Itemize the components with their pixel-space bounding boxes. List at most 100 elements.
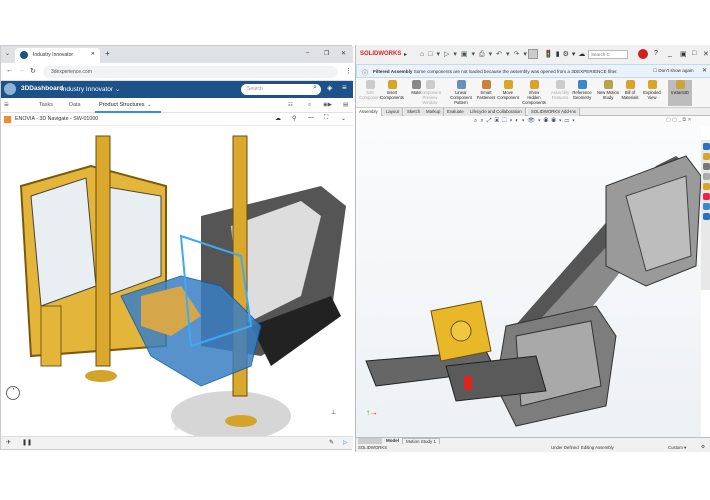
robot-icon[interactable]: ✈ xyxy=(6,439,11,446)
ribbon-button-exploded-view[interactable]: Exploded View xyxy=(640,80,664,100)
ribbon-button-smart-fasteners[interactable]: Smart Fasteners xyxy=(474,80,498,100)
appearances-icon[interactable] xyxy=(702,183,710,190)
close-tab-icon[interactable]: ✕ xyxy=(91,51,95,57)
tag-icon[interactable]: ◈ xyxy=(327,84,332,92)
ribbon-label: Instant3D xyxy=(671,90,689,95)
restore-button[interactable]: ❐ xyxy=(324,50,329,57)
help-icon[interactable]: ? xyxy=(654,50,658,57)
status-mode: Editing Assembly xyxy=(581,445,614,450)
minimize-button[interactable]: _ xyxy=(668,50,672,57)
back-icon[interactable]: ← xyxy=(6,67,13,74)
link-icon[interactable]: ⚲ xyxy=(292,115,296,122)
chevron-down-icon[interactable]: ⌄ xyxy=(147,102,152,108)
view-tools-icons[interactable]: ⌕⌕⤢▣⬚▾◐▾👁▾◉◉▾▭▾ xyxy=(474,117,578,125)
ribbon-icon xyxy=(529,80,539,89)
tab-lifecycle-and-collaboration[interactable]: Lifecycle and Collaboration xyxy=(467,108,526,116)
comment-icon[interactable]: ▤ xyxy=(343,102,348,108)
view-palette-icon[interactable] xyxy=(702,173,710,180)
dashboard-selector[interactable]: Industry Innovator ⌄ xyxy=(61,85,120,93)
settings-icon[interactable]: ⚙ xyxy=(701,444,705,450)
compass-icon[interactable] xyxy=(4,83,16,95)
red-component xyxy=(464,376,472,390)
search-commands-input[interactable]: Search C xyxy=(588,50,628,59)
ribbon-icon xyxy=(603,80,613,89)
list-filter-icon[interactable]: ☷ xyxy=(288,102,293,108)
ribbon-button-new-motion-study[interactable]: New Motion Study xyxy=(596,80,620,100)
assembly-model xyxy=(365,155,701,427)
minimize-button[interactable]: – xyxy=(306,50,309,56)
tab-sketch[interactable]: Sketch xyxy=(404,108,425,116)
options-toolbar[interactable]: 🚦▮⚙▾☁ xyxy=(544,50,588,58)
resources-icon[interactable] xyxy=(702,143,710,150)
ribbon-button-show-hidden-components[interactable]: Show Hidden Components xyxy=(522,80,546,105)
dont-show-checkbox[interactable]: ☐ Don't show again xyxy=(653,68,694,74)
browser-menu-icon[interactable]: ⋮ xyxy=(345,67,352,75)
pause-icon[interactable]: ❚❚ xyxy=(22,439,32,446)
tab-product-structures[interactable]: Product Structures xyxy=(99,102,145,108)
3dexperience-icon[interactable] xyxy=(702,213,710,220)
tab-layout[interactable]: Layout xyxy=(383,108,403,116)
quick-access-toolbar[interactable]: ⌂□▾▷▾▣▾⎙▾↶▾↷▾ xyxy=(420,50,531,59)
ribbon-button-assembly-features[interactable]: Assembly Features xyxy=(548,80,572,100)
solidworks-window: SOLIDWORKS ▸ ⌂□▾▷▾▣▾⎙▾↶▾↷▾ 🚦▮⚙▾☁ Search … xyxy=(355,45,710,452)
ribbon-label: Smart Fasteners xyxy=(476,90,496,100)
banner-title: Filtered Assembly xyxy=(373,69,413,74)
tab-model[interactable]: Model xyxy=(386,438,399,443)
scenes-icon[interactable] xyxy=(702,193,710,200)
close-banner-icon[interactable]: ✕ xyxy=(702,67,707,74)
ribbon-button-reference-geometry[interactable]: Reference Geometry xyxy=(570,80,594,100)
tab-assembly[interactable]: Assembly xyxy=(356,108,382,116)
pin-icon[interactable]: ✎ xyxy=(329,439,334,446)
custom-properties-icon[interactable] xyxy=(702,203,710,210)
play-right-icon[interactable]: ▷ xyxy=(343,439,348,446)
ribbon-button-bill-of-materials[interactable]: Bill of Materials xyxy=(618,80,642,100)
tab-markup[interactable]: Markup xyxy=(423,108,445,116)
url-input[interactable]: 3dexperience.com xyxy=(43,66,338,78)
cloud-icon[interactable]: ☁ xyxy=(275,115,281,122)
design-library-icon[interactable] xyxy=(702,153,710,160)
tab-data[interactable]: Data xyxy=(69,102,81,108)
side-menu-icon[interactable]: ≡ xyxy=(4,100,9,109)
reload-icon[interactable]: ↻ xyxy=(30,67,36,75)
ribbon-button-insert-components[interactable]: Insert Components xyxy=(380,80,404,100)
viewport-window-controls[interactable]: ▢ ▢ _ ⧉ ✕ xyxy=(666,117,692,123)
ribbon-icon xyxy=(456,80,466,89)
ribbon-button-move-component[interactable]: Move Component xyxy=(496,80,520,100)
3d-viewport[interactable]: ◔ ⊥ ⌂ xyxy=(1,126,353,436)
ribbon-button-component-preview-window[interactable]: Component Preview Window xyxy=(418,80,442,105)
close-button[interactable]: ✕ xyxy=(703,50,709,58)
new-tab-button[interactable]: + xyxy=(105,49,110,58)
tab-evaluate[interactable]: Evaluate xyxy=(444,108,468,116)
ribbon-icon xyxy=(387,80,397,89)
ribbon-label: Component Preview Window xyxy=(419,90,441,105)
restore-button[interactable]: ▣ xyxy=(680,50,687,58)
forward-icon[interactable]: → xyxy=(18,67,25,74)
file-explorer-icon[interactable] xyxy=(702,163,710,170)
fullscreen-icon[interactable]: ⛶ xyxy=(324,115,328,122)
ribbon-button-linear-component-pattern[interactable]: Linear Component Pattern xyxy=(446,80,476,105)
play-icon[interactable]: ◉▶ xyxy=(323,102,332,108)
ribbon-button-instant3d[interactable]: Instant3D xyxy=(668,80,692,106)
graphics-area[interactable]: ↑→ xyxy=(356,126,701,437)
expand-up-icon[interactable]: ⌂ xyxy=(174,426,178,432)
browser-tab[interactable]: Industry Innovator ✕ xyxy=(15,48,100,63)
widget-menu-chevron-icon[interactable]: ⌄ xyxy=(341,115,346,122)
tab-menu-chevron-icon[interactable]: ⌄ xyxy=(5,50,10,57)
search-icon[interactable]: ⌕ xyxy=(313,84,317,92)
select-icon[interactable] xyxy=(528,49,538,59)
ribbon-label: Bill of Materials xyxy=(621,90,639,100)
menu-expand-icon[interactable]: ▸ xyxy=(404,51,407,58)
ribbon-button-edit-component[interactable]: Edit Component xyxy=(358,80,382,100)
user-avatar[interactable] xyxy=(638,49,648,59)
tab-solidworks-add-ins[interactable]: SOLIDWORKS Add-Ins xyxy=(528,108,580,116)
maximize-button[interactable]: □ xyxy=(692,50,696,57)
hamburger-menu-icon[interactable]: ≡ xyxy=(342,83,347,92)
magnifier-icon[interactable]: ⌕ xyxy=(308,102,311,109)
minimize-widget-icon[interactable]: — xyxy=(308,115,314,121)
units-selector[interactable]: Custom ▾ xyxy=(668,445,686,451)
navigation-compass-icon[interactable]: ◔ xyxy=(6,386,20,400)
close-window-button[interactable]: ✕ xyxy=(341,50,346,57)
search-input[interactable]: Search xyxy=(241,84,321,95)
tab-tasks[interactable]: Tasks xyxy=(39,102,53,108)
3ds-compass-icon xyxy=(20,51,28,59)
